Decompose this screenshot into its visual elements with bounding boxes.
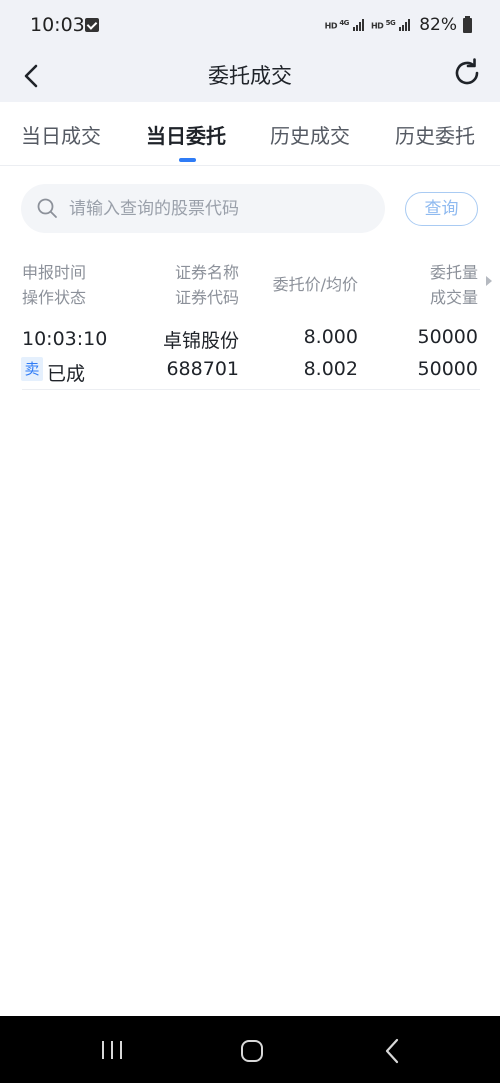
query-button[interactable]: 查询 [405,192,478,226]
row-filled-qty: 50000 [417,358,478,380]
scroll-right-icon[interactable] [486,276,492,286]
tab-history-orders[interactable]: 历史委托 [395,120,475,149]
active-tab-indicator [179,158,196,162]
battery-icon [463,15,472,33]
header-security-code: 证券代码 [174,288,239,307]
page-title: 委托成交 [208,64,292,88]
app-screen: 10:03 HD 4G HD 5G 82% 委托成交 当日成交 当日委托 历史成… [0,0,500,1083]
row-divider [22,389,480,390]
recent-apps-icon[interactable] [100,1040,124,1060]
nav-bar: 委托成交 [0,50,500,102]
tab-bar: 当日成交 当日委托 历史成交 历史委托 [0,102,500,166]
tab-today-orders[interactable]: 当日委托 [146,120,226,149]
status-bar: 10:03 HD 4G HD 5G 82% [0,0,500,50]
header-order-qty: 委托量 [429,263,478,282]
tab-today-trades[interactable]: 当日成交 [21,120,101,149]
back-icon[interactable] [382,1038,402,1064]
status-indicators: HD 4G HD 5G 82% [325,15,472,35]
status-time: 10:03 [30,14,85,36]
system-nav-bar [0,1016,500,1083]
header-security-name: 证券名称 [174,263,239,282]
header-declare-time: 申报时间 [22,263,87,282]
search-input[interactable] [69,184,369,233]
header-price: 委托价/均价 [272,275,358,294]
row-order-qty: 50000 [417,326,478,348]
row-avg-price: 8.002 [303,358,358,380]
row-security-code: 688701 [166,358,239,380]
home-icon[interactable] [240,1039,264,1063]
side-badge: 卖 [21,357,43,381]
row-security-name: 卓锦股份 [162,330,239,352]
refresh-icon[interactable] [450,56,484,90]
network-hd-label-2: HD 5G [370,19,396,31]
signal-icon-2 [399,19,411,31]
battery-percent: 82% [419,15,457,35]
checkbox-notification-icon [85,18,99,32]
tab-history-trades[interactable]: 历史成交 [270,120,350,149]
search-icon [37,198,57,218]
signal-icon [352,19,364,31]
header-filled-qty: 成交量 [429,288,478,307]
search-bar [21,184,385,233]
header-operation-status: 操作状态 [22,288,87,307]
row-time: 10:03:10 [22,328,108,350]
row-status: 已成 [47,363,86,385]
row-order-price: 8.000 [303,326,358,348]
network-hd-label: HD 4G [324,19,350,31]
